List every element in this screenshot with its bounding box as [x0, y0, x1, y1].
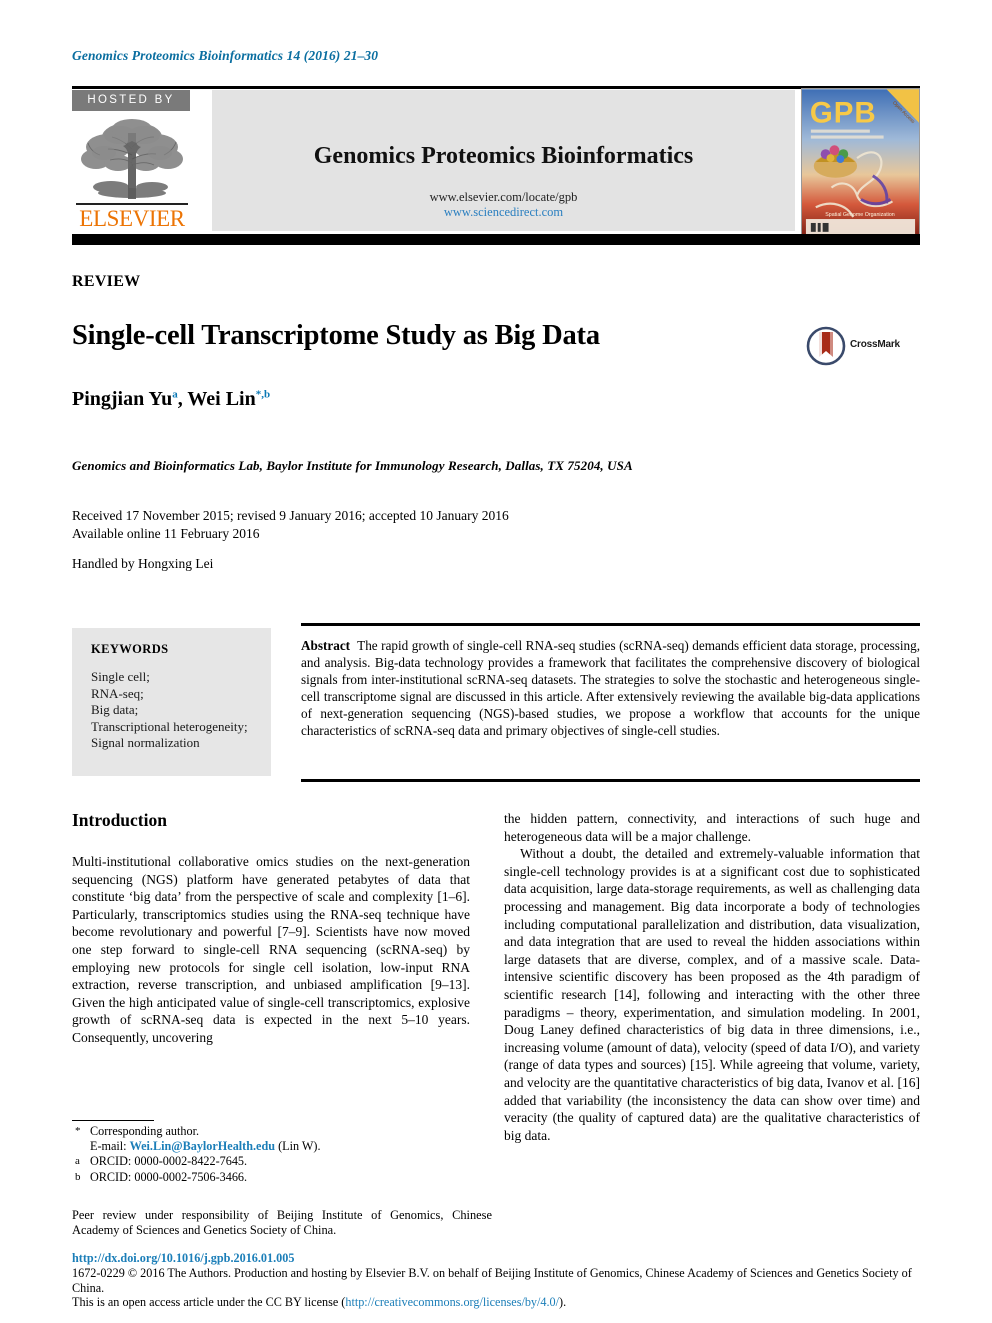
abstract-bottom-rule: [301, 779, 920, 782]
abstract: Abstract The rapid growth of single-cell…: [301, 637, 920, 740]
paragraph: Multi-institutional collaborative omics …: [72, 854, 470, 1045]
email-author-initials: (Lin W).: [278, 1139, 321, 1154]
body-column-right: the hidden pattern, connectivity, and in…: [504, 810, 920, 1144]
crossmark-icon: [806, 326, 846, 366]
footnote-mark-b: b: [75, 1170, 81, 1183]
footnote-orcid-b: b ORCID: 0000-0002-7506-3466.: [72, 1170, 492, 1185]
footnote-email: E-mail: Wei.Lin@BaylorHealth.edu (Lin W)…: [72, 1139, 492, 1154]
copyright-text: 1672-0229 © 2016 The Authors. Production…: [72, 1266, 912, 1295]
sciencedirect-url[interactable]: www.sciencedirect.com: [212, 205, 795, 220]
abstract-top-rule: [301, 623, 920, 626]
footnote-mark-a: a: [75, 1155, 80, 1168]
paper-page: Genomics Proteomics Bioinformatics 14 (2…: [0, 0, 992, 1323]
journal-header-banner: HOSTED BY ELSEVIER Genomics Proteomics B…: [72, 86, 920, 245]
license-url-link[interactable]: http://creativecommons.org/licenses/by/4…: [345, 1295, 559, 1309]
email-link[interactable]: Wei.Lin@BaylorHealth.edu: [130, 1139, 275, 1153]
banner-top-rule: [72, 86, 920, 89]
keywords-heading: KEYWORDS: [91, 642, 169, 656]
orcid-b-text: ORCID: 0000-0002-7506-3466.: [90, 1169, 248, 1184]
banner-bottom-bar: [72, 234, 920, 245]
keywords-box: KEYWORDS Single cell; RNA-seq; Big data;…: [72, 628, 271, 776]
abstract-text: The rapid growth of single-cell RNA-seq …: [301, 638, 920, 739]
handled-by: Handled by Hongxing Lei: [72, 556, 214, 571]
journal-cover-thumbnail[interactable]: Open Access GPB Spatial Genome Organizat…: [801, 88, 920, 238]
paragraph: the hidden pattern, connectivity, and in…: [504, 811, 920, 844]
article-type-label: REVIEW: [72, 273, 141, 290]
available-online: Available online 11 February 2016: [72, 526, 260, 541]
author-2-affil-mark: *,b: [255, 388, 271, 401]
email-label: E-mail:: [90, 1139, 127, 1154]
footnote-mark-asterisk: *: [75, 1125, 81, 1137]
orcid-a-text: ORCID: 0000-0002-8422-7645.: [90, 1154, 248, 1169]
crossmark-label: CrossMark: [850, 339, 900, 350]
article-dates: Received 17 November 2015; revised 9 Jan…: [72, 507, 672, 543]
abstract-label: Abstract: [301, 638, 351, 653]
elsevier-divider: [76, 203, 188, 205]
paragraph: Without a doubt, the detailed and extrem…: [504, 846, 920, 1143]
author-2: , Wei Lin: [177, 388, 256, 410]
footnote-divider: [72, 1120, 154, 1122]
license-prefix: This is an open access article under the…: [72, 1295, 346, 1310]
hosted-by-badge: HOSTED BY: [72, 90, 190, 111]
journal-locate-url[interactable]: www.elsevier.com/locate/gpb: [212, 190, 795, 205]
journal-cover-image: Open Access GPB Spatial Genome Organizat…: [802, 89, 919, 237]
elsevier-wordmark: ELSEVIER: [79, 206, 185, 231]
svg-text:GPB: GPB: [810, 97, 877, 130]
journal-name: Genomics Proteomics Bioinformatics: [313, 143, 694, 169]
elsevier-tree-icon: [81, 119, 183, 199]
page-title: Single-cell Transcriptome Study as Big D…: [72, 320, 600, 351]
running-head: Genomics Proteomics Bioinformatics 14 (2…: [72, 48, 379, 63]
license-line: This is an open access article under the…: [72, 1295, 920, 1310]
section-heading-introduction: Introduction: [72, 810, 167, 830]
license-block: 1672-0229 © 2016 The Authors. Production…: [72, 1266, 920, 1310]
footnote-corresponding-author: * Corresponding author.: [72, 1124, 492, 1139]
keywords-list: Single cell; RNA-seq; Big data; Transcri…: [91, 669, 248, 750]
author-1: Pingjian Yu: [72, 388, 173, 410]
svg-text:Spatial Genome Organization: Spatial Genome Organization: [825, 212, 895, 218]
affiliation: Genomics and Bioinformatics Lab, Baylor …: [72, 458, 633, 473]
elsevier-logo-block: HOSTED BY ELSEVIER: [72, 90, 194, 239]
license-suffix: ).: [559, 1295, 567, 1310]
author-list: Pingjian Yua, Wei Lin*,b: [72, 388, 270, 411]
footnote-orcid-a: a ORCID: 0000-0002-8422-7645.: [72, 1154, 492, 1169]
footnotes-block: * Corresponding author. E-mail: Wei.Lin@…: [72, 1124, 492, 1185]
footnote-corresponding-text: Corresponding author.: [90, 1124, 199, 1138]
body-column-left: Introduction Multi-institutional collabo…: [72, 810, 470, 1047]
journal-title-band: Genomics Proteomics Bioinformatics www.e…: [212, 90, 795, 231]
doi-link[interactable]: http://dx.doi.org/10.1016/j.gpb.2016.01.…: [72, 1251, 294, 1266]
peer-review-statement: Peer review under responsibility of Beij…: [72, 1208, 492, 1238]
crossmark-badge[interactable]: CrossMark: [806, 326, 916, 370]
received-revised-accepted: Received 17 November 2015; revised 9 Jan…: [72, 508, 509, 523]
